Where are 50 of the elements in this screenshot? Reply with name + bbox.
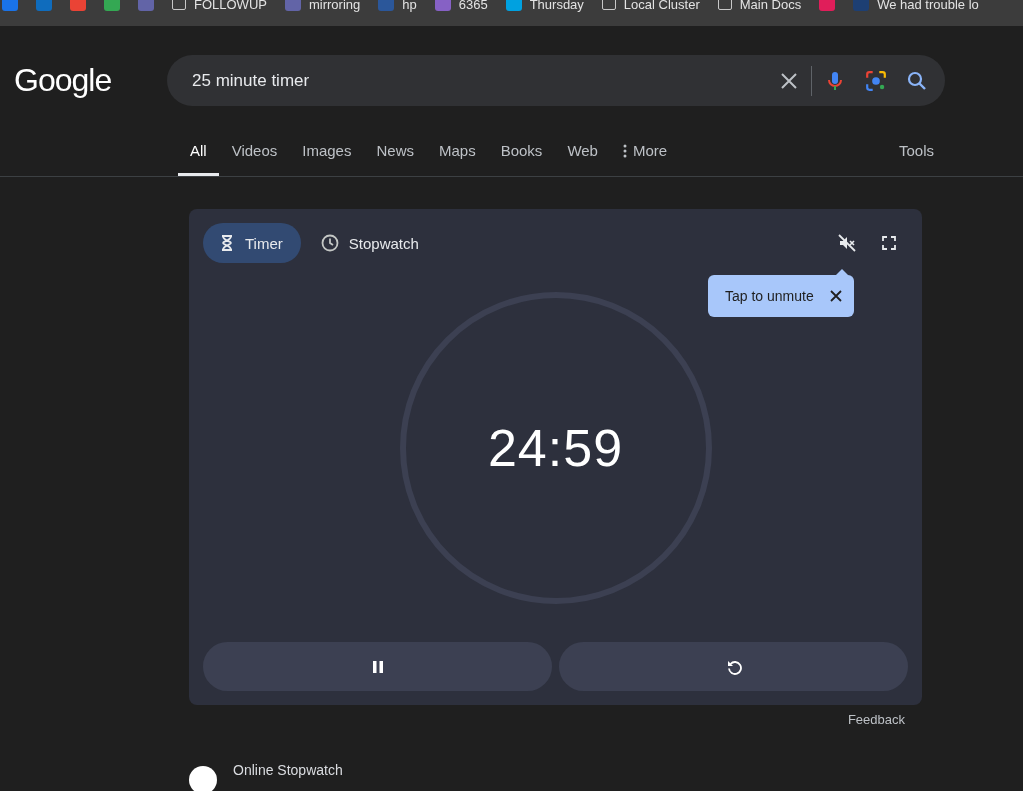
- nav-tab[interactable]: Videos: [219, 142, 290, 176]
- bookmark[interactable]: Main Docs: [717, 0, 802, 11]
- nav-tab[interactable]: Web: [555, 142, 610, 176]
- bookmark[interactable]: FOLLOWUP: [172, 0, 267, 11]
- bookmark-icon[interactable]: [36, 0, 52, 11]
- time-display: 24:59: [487, 417, 624, 478]
- close-icon[interactable]: [829, 290, 842, 302]
- nav-tab[interactable]: News: [364, 142, 426, 176]
- folder-icon: [717, 0, 732, 10]
- bookmark-icon[interactable]: [138, 0, 154, 11]
- clear-icon[interactable]: [780, 71, 798, 90]
- reset-button[interactable]: [559, 642, 908, 691]
- more-icon: [622, 143, 627, 158]
- search-icon[interactable]: [907, 70, 927, 91]
- muted-speaker-icon[interactable]: [838, 234, 856, 252]
- nav-tab[interactable]: All: [178, 142, 219, 176]
- bookmark-icon[interactable]: [2, 0, 18, 11]
- nav-tab[interactable]: Maps: [427, 142, 488, 176]
- reset-icon: [725, 658, 742, 675]
- nav-tab[interactable]: More: [610, 142, 680, 176]
- bookmark[interactable]: Local Cluster: [601, 0, 700, 11]
- bookmark-icon[interactable]: [70, 0, 86, 11]
- feedback-link[interactable]: Feedback: [189, 712, 905, 727]
- pause-button[interactable]: [203, 642, 552, 691]
- folder-icon: [172, 0, 186, 10]
- camera-lens-icon[interactable]: [865, 69, 887, 92]
- result-title[interactable]: Online Stopwatch: [233, 763, 343, 777]
- bookmark[interactable]: mirroring: [284, 0, 361, 11]
- search-bar[interactable]: 25 minute timer: [167, 55, 945, 106]
- pause-icon: [372, 660, 383, 673]
- folder-icon: [601, 0, 616, 10]
- nav-tab[interactable]: Images: [290, 142, 364, 176]
- clock-icon: [320, 234, 339, 252]
- tooltip-text: Tap to unmute: [725, 288, 814, 304]
- mode-tab[interactable]: Stopwatch: [304, 223, 437, 263]
- bookmark[interactable]: hp: [378, 0, 417, 11]
- nav-tab[interactable]: Books: [488, 142, 555, 176]
- site-favicon: [189, 766, 217, 791]
- mode-tab[interactable]: Timer: [203, 223, 301, 263]
- microphone-icon[interactable]: [825, 70, 845, 91]
- bookmark-icon[interactable]: [819, 0, 836, 11]
- bookmark-icon[interactable]: [104, 0, 120, 11]
- bookmark[interactable]: 6365: [434, 0, 488, 11]
- hourglass-icon: [219, 234, 235, 252]
- google-logo[interactable]: Google: [14, 62, 167, 99]
- bookmark[interactable]: Thursday: [505, 0, 584, 11]
- tools-link[interactable]: Tools: [898, 142, 934, 176]
- search-field[interactable]: 25 minute timer: [190, 69, 780, 92]
- bookmark[interactable]: We had trouble lo: [853, 0, 979, 11]
- fullscreen-icon[interactable]: [882, 236, 896, 250]
